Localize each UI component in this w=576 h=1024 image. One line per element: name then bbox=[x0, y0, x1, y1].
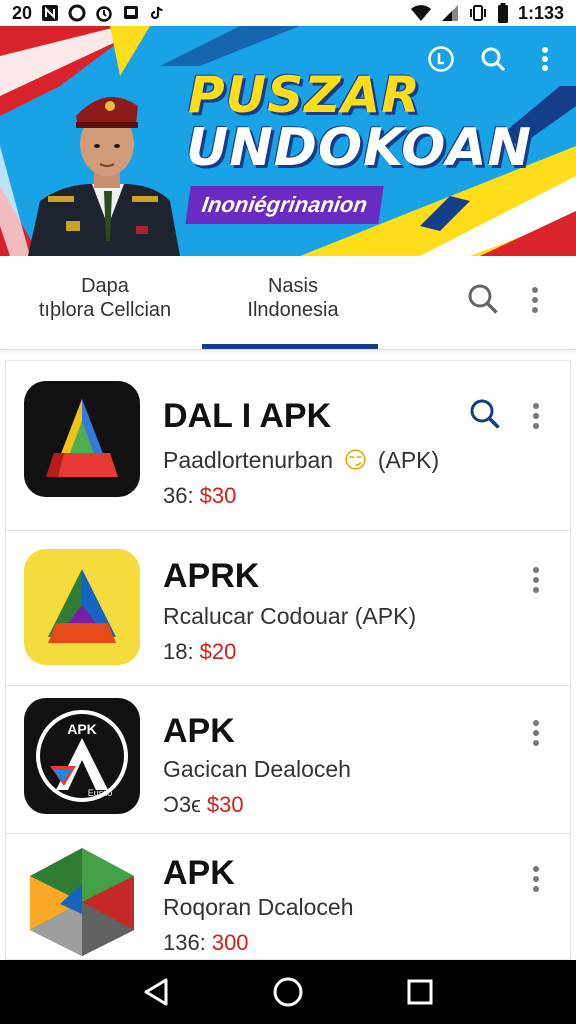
navigation-bar bbox=[0, 960, 576, 1024]
app-icon bbox=[24, 844, 140, 959]
app-name: APK bbox=[163, 854, 235, 892]
app-price: 300 bbox=[211, 930, 249, 955]
app-price: $20 bbox=[199, 639, 237, 664]
list-item[interactable]: APK Eusiio APK Gacican Dealoceh Ͻ3ϵ $30 bbox=[6, 686, 570, 834]
status-right: 1:133 bbox=[410, 3, 564, 24]
app-icon bbox=[24, 381, 140, 497]
status-time-left: 20 bbox=[12, 2, 33, 23]
app-meta: Ͻ3ϵ $30 bbox=[163, 792, 244, 818]
circle-notification-icon bbox=[68, 4, 86, 22]
vibrate-icon bbox=[468, 4, 488, 22]
app-price: $30 bbox=[206, 792, 244, 817]
tab-indicator bbox=[202, 344, 378, 349]
tab-bar: Dapa tıþlora Cellcian Nasis Ilndonesia bbox=[0, 256, 576, 350]
app-description-suffix: (APK) bbox=[377, 447, 440, 473]
app-meta: 18: $20 bbox=[163, 639, 236, 665]
app-icon: APK Eusiio bbox=[24, 698, 140, 814]
more-vert-icon[interactable] bbox=[530, 44, 560, 74]
search-icon[interactable] bbox=[468, 397, 502, 436]
banner-title-line2: UNDOKOAN bbox=[186, 118, 533, 178]
app-description-text: Paadlortenurban bbox=[163, 447, 334, 473]
notification-n-icon bbox=[41, 4, 59, 22]
tab-label-line1: Nasis bbox=[267, 275, 318, 297]
recents-icon[interactable] bbox=[398, 970, 442, 1014]
search-icon[interactable] bbox=[466, 282, 500, 321]
list-item[interactable]: APK Roqoran Dcaloceh 136: 300 bbox=[6, 834, 570, 959]
more-vert-icon[interactable] bbox=[530, 286, 540, 319]
app-description: Paadlortenurban 😏 (APK) bbox=[163, 447, 439, 474]
list-item[interactable]: APRK Rcalucar Codouar (APK) 18: $20 bbox=[6, 531, 570, 686]
list-item[interactable]: DAL I APK Paadlortenurban 😏 (APK) 36: $30 bbox=[6, 361, 570, 531]
tab-label-line1: Dapa bbox=[81, 275, 129, 297]
app-rating-count: 136: bbox=[163, 930, 206, 955]
status-bar: 20 1:133 bbox=[0, 0, 576, 26]
app-description: Gacican Dealoceh bbox=[163, 756, 351, 782]
app-name: APRK bbox=[163, 557, 260, 595]
app-price: $30 bbox=[199, 483, 237, 508]
banner-actions bbox=[426, 44, 560, 74]
app-rating-count: Ͻ3ϵ bbox=[163, 792, 201, 817]
more-vert-icon[interactable] bbox=[526, 716, 546, 750]
app-meta: 36: $30 bbox=[163, 483, 236, 509]
app-icon bbox=[24, 549, 140, 665]
back-icon[interactable] bbox=[134, 970, 178, 1014]
info-icon[interactable] bbox=[426, 44, 456, 74]
icon-small-label: Eusiio bbox=[88, 788, 113, 798]
status-time-right: 1:133 bbox=[517, 2, 564, 23]
tiktok-icon bbox=[149, 5, 165, 21]
promo-banner[interactable]: PUSZAR UNDOKOAN Inoniégrinanion bbox=[0, 26, 576, 256]
signal-icon bbox=[441, 4, 459, 22]
battery-icon bbox=[497, 3, 509, 23]
tab-label-line2: tıþlora Cellcian bbox=[38, 299, 172, 321]
app-description: Rcalucar Codouar (APK) bbox=[163, 603, 417, 629]
app-list: DAL I APK Paadlortenurban 😏 (APK) 36: $30… bbox=[5, 360, 571, 960]
app-rating-count: 36: bbox=[163, 483, 194, 508]
home-icon[interactable] bbox=[266, 970, 310, 1014]
banner-subtitle: Inoniégrinanion bbox=[185, 186, 384, 224]
icon-apk-label: APK bbox=[67, 721, 97, 737]
more-vert-icon[interactable] bbox=[526, 399, 546, 433]
app-name: APK bbox=[163, 712, 235, 750]
app-meta: 136: 300 bbox=[163, 930, 249, 956]
more-vert-icon[interactable] bbox=[526, 862, 546, 896]
wifi-icon bbox=[410, 4, 432, 22]
status-left: 20 bbox=[12, 3, 165, 24]
alarm-icon bbox=[95, 4, 113, 22]
banner-title-line1: PUSZAR bbox=[188, 66, 421, 124]
message-icon bbox=[122, 4, 140, 22]
app-rating-count: 18: bbox=[163, 639, 194, 664]
more-vert-icon[interactable] bbox=[526, 563, 546, 597]
tab-cellcian[interactable]: Dapa tıþlora Cellcian bbox=[20, 274, 190, 322]
app-name: DAL I APK bbox=[163, 397, 332, 435]
smirk-emoji-icon: 😏 bbox=[343, 448, 368, 474]
tab-indonesia[interactable]: Nasis Ilndonesia bbox=[208, 274, 378, 322]
app-description: Roqoran Dcaloceh bbox=[163, 894, 354, 920]
tab-label-line2: Ilndonesia bbox=[247, 299, 339, 321]
search-icon[interactable] bbox=[478, 44, 508, 74]
